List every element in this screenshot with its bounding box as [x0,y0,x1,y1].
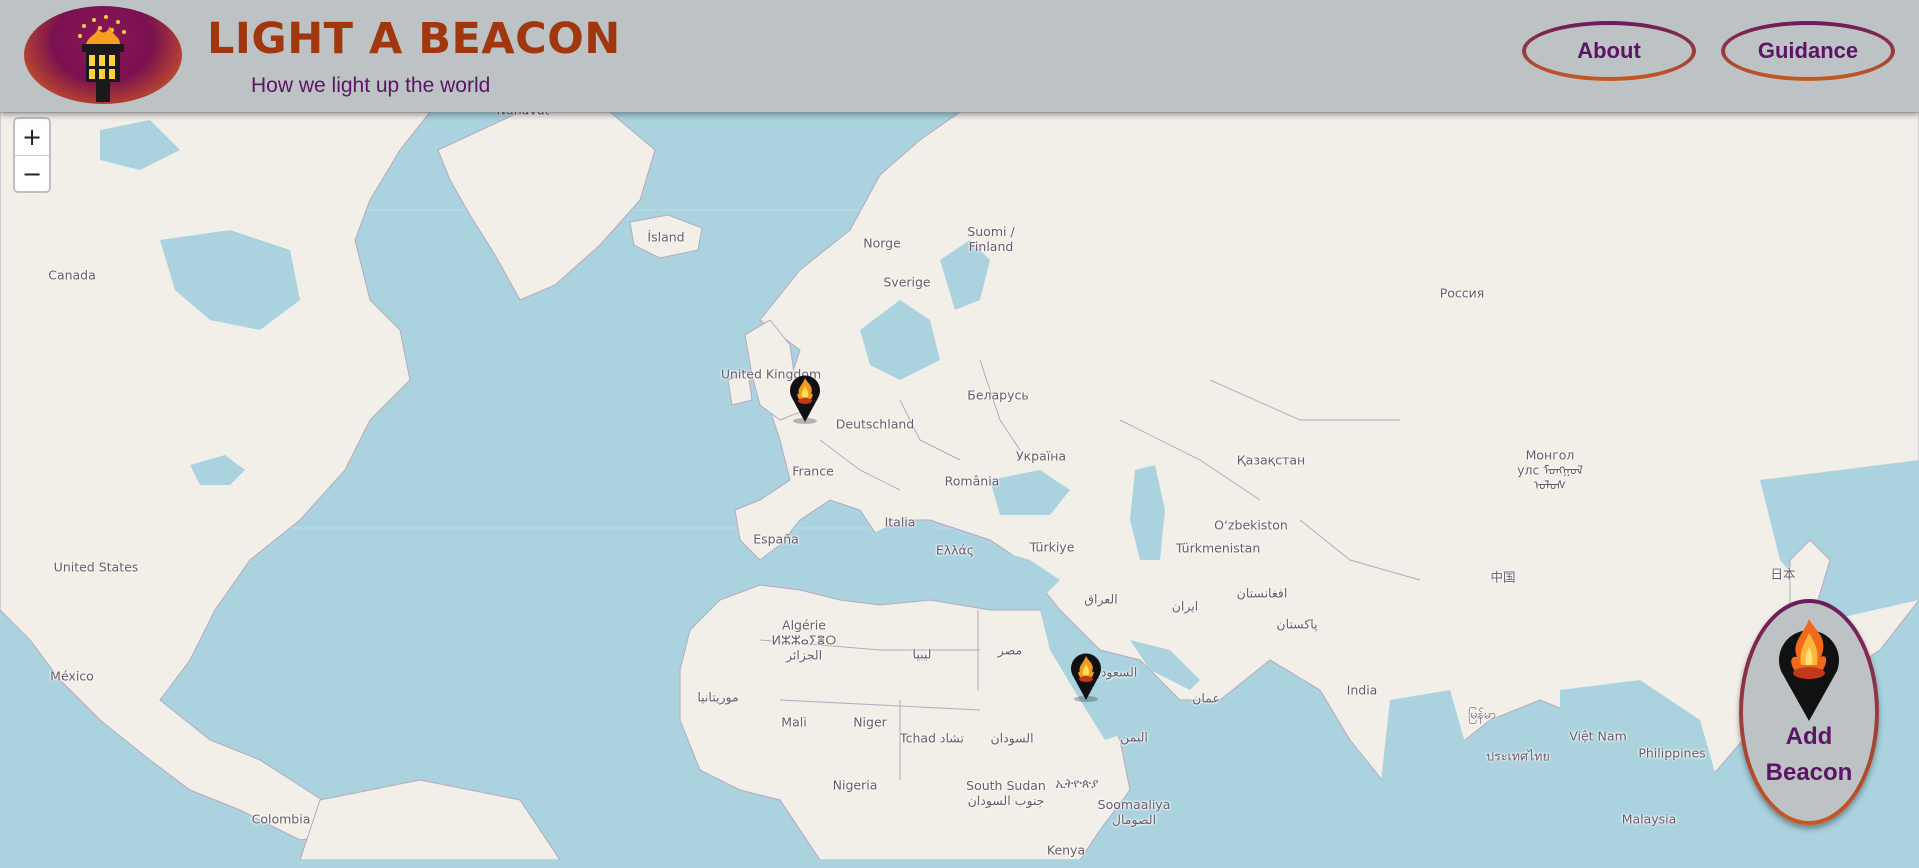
map-label-canada: Canada [48,267,96,283]
map-label-greece: Ελλάς [935,542,975,558]
zoom-in-button[interactable]: + [15,119,49,156]
logo[interactable] [24,6,182,104]
map-label-philippines: Philippines [1638,745,1706,761]
map-label-germany: Deutschland [835,416,915,432]
beacon-marker-arabia[interactable] [1069,648,1103,702]
map-label-iran: ایران [1171,598,1199,614]
map-label-ukraine: Україна [1015,448,1067,464]
map-label-china: 中国 [1490,569,1516,585]
map-label-ethiopia: ኢትዮጵያ [1055,775,1099,791]
zoom-out-button[interactable]: − [15,156,49,192]
map-label-iraq: العراق [1084,591,1118,607]
flame-marker-icon [790,375,820,424]
map-label-kenya: Kenya [1046,842,1086,858]
map-label-turkmenistan: Türkmenistan [1175,540,1261,556]
map-label-united-states: United States [53,559,139,575]
beacon-torch-icon [78,15,126,102]
map-label-yemen: اليمن [1120,729,1148,745]
flame-marker-icon [1071,653,1101,702]
map-label-colombia: Colombia [251,811,311,827]
guidance-button[interactable]: Guidance [1721,21,1895,81]
map-label-uzbekistan: Oʻzbekiston [1214,517,1288,533]
map-label-japan: 日本 [1770,566,1796,582]
map-label-belarus: Беларусь [967,387,1029,403]
beacon-marker-uk[interactable] [788,370,822,424]
map-label-russia: Россия [1439,285,1485,301]
map-label-south-sudan: South Sudan جنوب السودان [966,778,1046,808]
map-label-algeria: Algérie ⵍⵣⵣⴰⵢⴻⵔ الجزائر [771,617,837,663]
map-label-malaysia: Malaysia [1621,811,1677,827]
map-label-mauritania: موريتانيا [697,689,739,705]
map-label-iceland: Ísland [647,229,685,245]
map-label-india: India [1346,682,1378,698]
map-label-somalia: Soomaaliya الصومال [1097,797,1171,827]
map-label-pakistan: پاکستان [1276,616,1318,632]
map-label-mali: Mali [781,714,807,730]
add-beacon-label-line2: Beacon [1765,759,1853,786]
map-label-libya: ليبيا [912,646,932,662]
map-label-romania: România [944,473,1000,489]
flame-marker-icon [1779,619,1839,721]
map-label-niger: Niger [853,714,887,730]
map-label-myanmar: မြန်မာ [1468,706,1496,722]
site-header: LIGHT A BEACON How we light up the world… [0,0,1919,112]
map-label-egypt: مصر [997,642,1023,658]
zoom-control: + − [13,117,51,193]
add-beacon-label-line1: Add [1785,723,1833,750]
map-label-france: France [792,463,834,479]
map-label-sudan: السودان [990,730,1034,746]
map-label-finland: Suomi / Finland [967,224,1015,254]
map-label-thailand: ประเทศไทย [1486,748,1550,764]
add-beacon-label: Add Beacon [1743,719,1875,791]
map-label-afghanistan: افغانستان [1236,585,1288,601]
map-label-vietnam: Việt Nam [1569,728,1627,744]
map-label-mexico: México [50,668,94,684]
add-beacon-button[interactable]: Add Beacon [1739,599,1879,825]
map-label-sweden: Sverige [883,274,931,290]
map-label-nigeria: Nigeria [832,777,878,793]
map-label-mongolia: Монгол улс ᠮᠣᠩᠭᠣᠯ ᠤᠯᠤᠰ [1517,447,1583,493]
map-label-spain: España [753,531,799,547]
world-map[interactable]: Nunavut Ísland Canada Norge Suomi / Finl… [0,0,1919,860]
about-button[interactable]: About [1522,21,1696,81]
map-label-oman: عمان [1192,690,1220,706]
map-label-norway: Norge [863,235,901,251]
map-label-turkey: Türkiye [1029,539,1075,555]
map-label-chad: Tchad تشاد [900,730,964,746]
site-subtitle: How we light up the world [251,74,491,97]
map-label-italy: Italia [884,514,916,530]
site-title: LIGHT A BEACON [207,14,621,64]
map-label-kazakhstan: Қазақстан [1236,452,1306,468]
